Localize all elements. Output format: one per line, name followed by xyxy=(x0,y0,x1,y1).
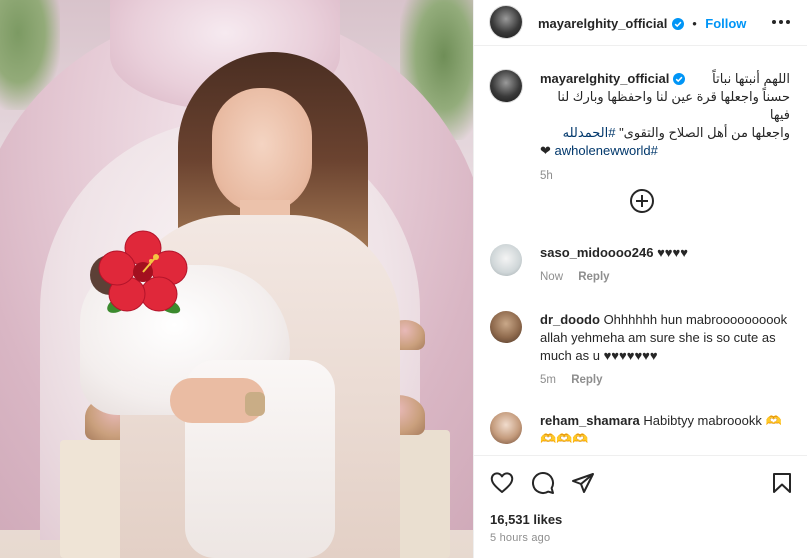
comment-item: dr_doodo Ohhhhhh hun mabroooooooook alla… xyxy=(490,311,795,391)
commenter-avatar[interactable] xyxy=(490,244,522,276)
commenter-avatar[interactable] xyxy=(490,412,522,444)
hashtag-alhamdulillah[interactable]: #الحمدلله xyxy=(563,125,616,140)
caption-author-avatar[interactable] xyxy=(490,70,522,102)
caption-line-1: اللهم أنبتها نباتاً xyxy=(712,71,790,86)
verified-badge-icon xyxy=(672,73,685,85)
reply-button[interactable]: Reply xyxy=(571,374,602,386)
comment-meta: Now Reply xyxy=(540,268,795,286)
caption-line-2: حسناً واجعلها قرة عين لنا واحفظها وبارك … xyxy=(557,89,790,122)
comment-item: saso_midoooo246 ♥♥♥♥ Now Reply xyxy=(490,244,795,289)
comment-time: 5m xyxy=(540,374,556,386)
separator-dot: • xyxy=(692,16,697,31)
comment-meta: 5m Reply xyxy=(540,371,795,389)
commenter-username[interactable]: dr_doodo xyxy=(540,312,600,327)
caption-timestamp: 5h xyxy=(540,170,553,182)
comment-time: Now xyxy=(540,271,564,283)
comment-body: dr_doodo Ohhhhhh hun mabroooooooook alla… xyxy=(540,311,795,389)
caption-username[interactable]: mayarelghity_official xyxy=(540,71,669,86)
verified-badge-icon xyxy=(671,18,684,30)
post-action-bar xyxy=(474,455,807,507)
reply-button[interactable]: Reply xyxy=(578,271,609,283)
comment-item: reham_shamara Habibtyy mabroookk 🫶 🫶🫶🫶 xyxy=(490,412,795,452)
post-timestamp[interactable]: 5 hours ago xyxy=(490,532,550,544)
post-header: mayarelghity_official • Follow xyxy=(474,0,807,46)
heart-emoji: ❤ xyxy=(540,143,551,158)
like-count[interactable]: 16,531 likes xyxy=(490,512,562,527)
heart-icon[interactable] xyxy=(490,471,514,495)
bookmark-icon[interactable] xyxy=(770,471,794,495)
comment-text: ♥♥♥♥ xyxy=(657,245,688,260)
photo-wristwatch xyxy=(245,392,265,416)
commenter-username[interactable]: reham_shamara xyxy=(540,413,640,428)
comment-text: Habibtyy mabroookk 🫶 xyxy=(643,413,782,428)
photo-woman-face xyxy=(212,88,312,213)
commenter-avatar[interactable] xyxy=(490,311,522,343)
post-photo[interactable] xyxy=(0,0,473,558)
share-icon[interactable] xyxy=(571,471,595,495)
caption-first-line: mayarelghity_official اللهم أنبتها نباتا… xyxy=(540,70,790,88)
commenter-username[interactable]: saso_midoooo246 xyxy=(540,245,653,260)
comment-body: reham_shamara Habibtyy mabroookk 🫶 🫶🫶🫶 xyxy=(540,412,795,448)
comment-icon[interactable] xyxy=(531,471,555,495)
comment-text-continued: 🫶🫶🫶 xyxy=(540,431,589,446)
caption-line-3: واجعلها من أهل الصلاح والتقوى" #الحمدلله xyxy=(540,124,790,142)
add-circle-icon[interactable] xyxy=(629,188,655,214)
caption-line-4: ❤ awholenewworld# xyxy=(540,142,790,160)
caption-line-3-text: واجعلها من أهل الصلاح والتقوى" xyxy=(619,125,790,140)
author-username[interactable]: mayarelghity_official xyxy=(538,16,667,31)
hibiscus-flower-sticker xyxy=(98,230,188,314)
follow-button[interactable]: Follow xyxy=(705,16,746,31)
author-avatar[interactable] xyxy=(490,6,522,38)
caption-body: mayarelghity_official اللهم أنبتها نباتا… xyxy=(540,70,790,182)
hashtag-awholenewworld[interactable]: awholenewworld# xyxy=(555,143,658,158)
more-options-icon[interactable] xyxy=(770,12,792,32)
header-author-row: mayarelghity_official • Follow xyxy=(538,15,746,33)
post-side-panel: mayarelghity_official • Follow mayarelgh… xyxy=(473,0,807,558)
comment-body: saso_midoooo246 ♥♥♥♥ Now Reply xyxy=(540,244,795,286)
